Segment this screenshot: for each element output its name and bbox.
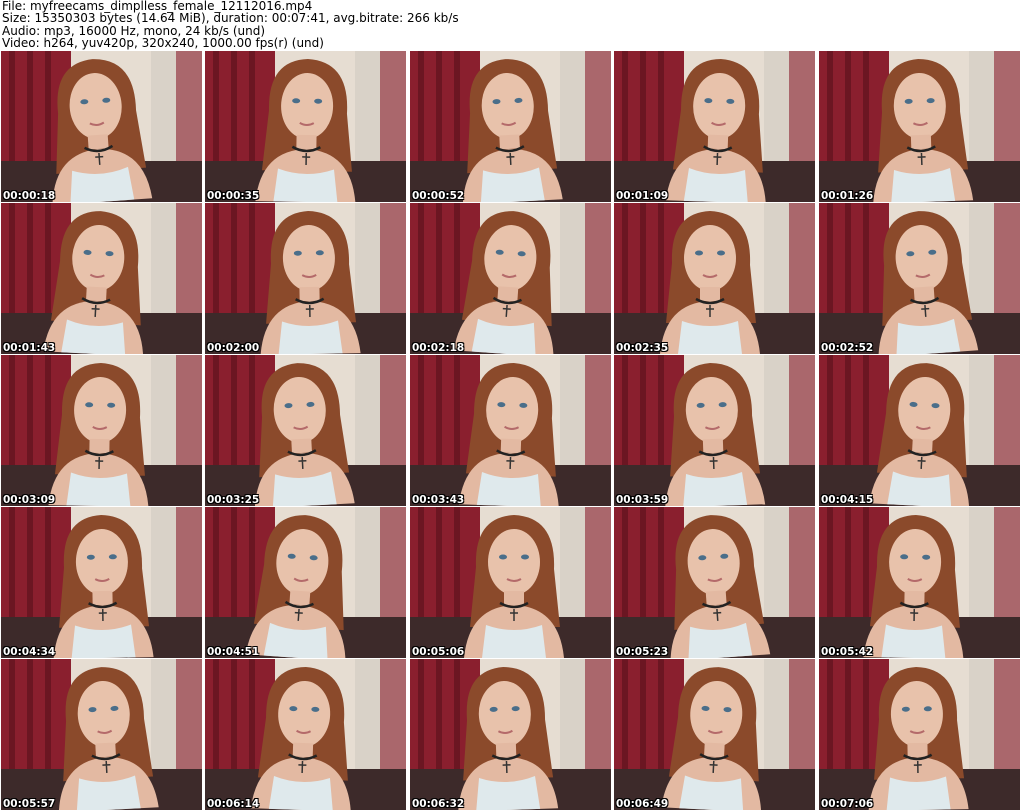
thumbnail-timestamp: 00:02:52 [821, 342, 874, 354]
video-thumbnail: 00:02:00 [205, 203, 406, 354]
thumbnail-timestamp: 00:05:42 [821, 646, 874, 658]
thumbnail-timestamp: 00:03:43 [412, 494, 465, 506]
webcam-frame-image [205, 203, 406, 354]
webcam-frame-image [614, 507, 815, 658]
video-thumbnail: 00:06:32 [410, 659, 611, 810]
video-thumbnail: 00:05:57 [1, 659, 202, 810]
video-thumbnail: 00:04:51 [205, 507, 406, 658]
thumbnail-timestamp: 00:04:15 [821, 494, 874, 506]
thumbnail-timestamp: 00:01:09 [616, 190, 669, 202]
webcam-frame-image [205, 507, 406, 658]
video-thumbnail: 00:04:15 [819, 355, 1020, 506]
file-size-line: Size: 15350303 bytes (14.64 MiB), durati… [2, 11, 459, 26]
webcam-frame-image [614, 51, 815, 202]
thumbnail-timestamp: 00:06:32 [412, 798, 465, 810]
webcam-frame-image [819, 51, 1020, 202]
video-thumbnail: 00:05:23 [614, 507, 815, 658]
thumbnail-timestamp: 00:05:23 [616, 646, 669, 658]
thumbnail-timestamp: 00:00:18 [3, 190, 56, 202]
thumbnail-timestamp: 00:04:34 [3, 646, 56, 658]
thumbnail-timestamp: 00:03:59 [616, 494, 669, 506]
webcam-frame-image [410, 355, 611, 506]
thumbnail-timestamp: 00:00:52 [412, 190, 465, 202]
webcam-frame-image [205, 51, 406, 202]
thumbnail-timestamp: 00:06:14 [207, 798, 260, 810]
video-thumbnail: 00:03:09 [1, 355, 202, 506]
video-thumbnail: 00:02:52 [819, 203, 1020, 354]
webcam-frame-image [819, 355, 1020, 506]
thumbnail-timestamp: 00:04:51 [207, 646, 260, 658]
video-thumbnail: 00:07:06 [819, 659, 1020, 810]
webcam-frame-image [614, 355, 815, 506]
video-thumbnail: 00:02:18 [410, 203, 611, 354]
thumbnail-timestamp: 00:02:35 [616, 342, 669, 354]
thumbnail-timestamp: 00:05:57 [3, 798, 56, 810]
thumbnail-timestamp: 00:03:09 [3, 494, 56, 506]
video-thumbnail: 00:06:49 [614, 659, 815, 810]
video-thumbnail: 00:06:14 [205, 659, 406, 810]
thumbnail-timestamp: 00:07:06 [821, 798, 874, 810]
thumbnail-timestamp: 00:01:43 [3, 342, 56, 354]
webcam-frame-image [205, 355, 406, 506]
thumbnail-timestamp: 00:00:35 [207, 190, 260, 202]
thumbnail-timestamp: 00:01:26 [821, 190, 874, 202]
webcam-frame-image [614, 203, 815, 354]
video-thumbnail: 00:05:06 [410, 507, 611, 658]
video-thumbnail: 00:00:18 [1, 51, 202, 202]
webcam-frame-image [410, 659, 611, 810]
thumbnail-timestamp: 00:02:18 [412, 342, 465, 354]
video-thumbnail: 00:03:25 [205, 355, 406, 506]
thumbnail-timestamp: 00:02:00 [207, 342, 260, 354]
file-info-header: File: myfreecams_dimplless_female_121120… [2, 0, 1020, 50]
video-info-line: Video: h264, yuv420p, 320x240, 1000.00 f… [2, 36, 324, 51]
video-thumbnail: 00:01:26 [819, 51, 1020, 202]
webcam-frame-image [410, 51, 611, 202]
video-thumbnail: 00:00:52 [410, 51, 611, 202]
video-thumbnail: 00:02:35 [614, 203, 815, 354]
video-thumbnail: 00:05:42 [819, 507, 1020, 658]
video-thumbnail: 00:00:35 [205, 51, 406, 202]
webcam-frame-image [614, 659, 815, 810]
thumbnail-timestamp: 00:03:25 [207, 494, 260, 506]
webcam-frame-image [205, 659, 406, 810]
webcam-frame-image [1, 51, 202, 202]
video-thumbnail: 00:01:09 [614, 51, 815, 202]
webcam-frame-image [410, 507, 611, 658]
video-thumbnail: 00:01:43 [1, 203, 202, 354]
webcam-frame-image [819, 507, 1020, 658]
webcam-frame-image [819, 203, 1020, 354]
webcam-frame-image [1, 507, 202, 658]
video-thumbnail: 00:03:43 [410, 355, 611, 506]
video-thumbnail: 00:04:34 [1, 507, 202, 658]
webcam-frame-image [819, 659, 1020, 810]
thumbnail-grid: 00:00:18 00:00:35 00:00:52 00:01:09 00:01:26… [1, 51, 1023, 811]
webcam-frame-image [1, 355, 202, 506]
thumbnail-timestamp: 00:06:49 [616, 798, 669, 810]
thumbnail-timestamp: 00:05:06 [412, 646, 465, 658]
video-thumbnail: 00:03:59 [614, 355, 815, 506]
webcam-frame-image [410, 203, 611, 354]
webcam-frame-image [1, 659, 202, 810]
webcam-frame-image [1, 203, 202, 354]
